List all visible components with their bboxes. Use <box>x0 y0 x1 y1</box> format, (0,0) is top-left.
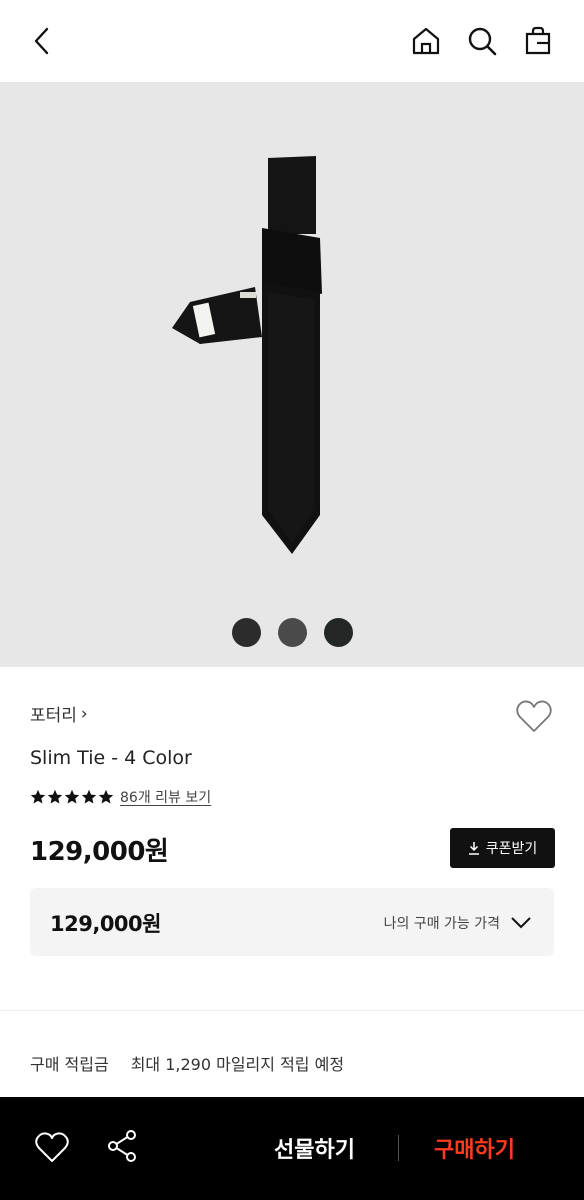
color-swatch[interactable] <box>277 618 307 647</box>
button-divider <box>398 1135 399 1161</box>
star-icon <box>30 789 46 804</box>
heart-icon[interactable] <box>34 1131 70 1167</box>
my-price-label: 나의 구매 가능 가격 <box>383 916 500 932</box>
reward-value: 최대 1,290 마일리지 적립 예정 <box>130 1055 345 1074</box>
back-icon[interactable] <box>22 21 62 61</box>
product-image <box>172 156 322 554</box>
chevron-down-icon <box>511 917 531 929</box>
my-price-value: 129,000원 <box>50 912 161 936</box>
brand-link[interactable]: 포터리 › <box>30 701 88 727</box>
star-icon <box>81 789 97 804</box>
wishlist-heart-icon[interactable] <box>514 697 554 737</box>
coupon-button[interactable]: 쿠폰받기 <box>450 828 555 868</box>
brand-name: 포터리 <box>30 706 77 726</box>
shopping-bag-icon[interactable] <box>518 21 558 61</box>
gift-button[interactable]: 선물하기 <box>274 1132 355 1164</box>
share-icon[interactable] <box>106 1129 140 1167</box>
product-title: Slim Tie - 4 Color <box>30 747 192 769</box>
color-swatch[interactable] <box>231 618 261 647</box>
bottom-action-bar: 선물하기 구매하기 <box>0 1097 584 1200</box>
reward-label: 구매 적립금 <box>30 1055 109 1074</box>
chevron-right-icon: › <box>80 703 88 724</box>
coupon-label: 쿠폰받기 <box>485 841 538 857</box>
reviews-link[interactable]: 86개 리뷰 보기 <box>120 787 211 807</box>
star-icon <box>64 789 80 804</box>
rating-row: 86개 리뷰 보기 <box>30 787 211 807</box>
my-price-dropdown[interactable]: 129,000원 나의 구매 가능 가격 <box>30 888 554 956</box>
reward-row: 구매 적립금 최대 1,290 마일리지 적립 예정 <box>30 1051 344 1075</box>
color-swatch-list <box>0 618 584 648</box>
color-swatch[interactable] <box>323 618 353 647</box>
section-divider <box>0 1010 584 1011</box>
top-navigation-bar <box>0 0 584 82</box>
buy-button[interactable]: 구매하기 <box>434 1132 515 1164</box>
product-image-gallery[interactable] <box>0 82 584 667</box>
product-price: 129,000원 <box>30 837 169 867</box>
star-icon <box>47 789 63 804</box>
star-icon <box>98 789 114 804</box>
download-icon <box>468 842 479 855</box>
rating-stars <box>30 789 114 805</box>
home-icon[interactable] <box>406 21 446 61</box>
search-icon[interactable] <box>462 21 502 61</box>
